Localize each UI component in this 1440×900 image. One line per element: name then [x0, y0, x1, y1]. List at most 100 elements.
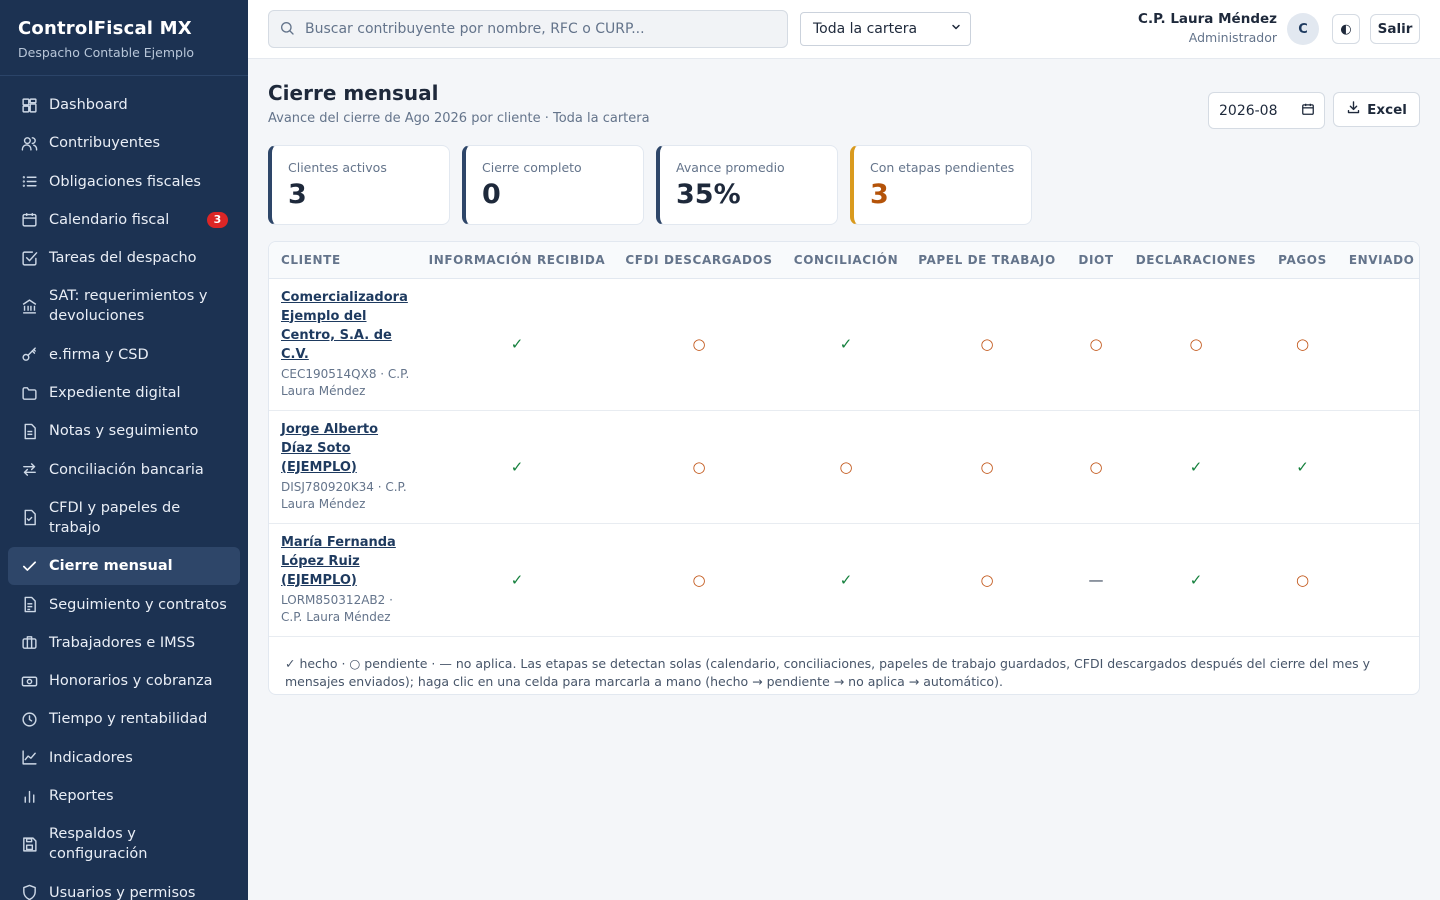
column-header-diot: DIOT	[1066, 242, 1126, 279]
sidebar-item-label: Respaldos y configuración	[49, 826, 148, 863]
sidebar-item-tiempo-y-rentabilidad[interactable]: Tiempo y rentabilidad	[8, 700, 240, 738]
stage-cell[interactable]: ✓	[784, 278, 908, 411]
sidebar-item-label: SAT: requerimientos y devoluciones	[49, 288, 208, 325]
kpi-card-cierre-completo: Cierre completo 0	[462, 145, 644, 225]
calendar-icon	[1301, 102, 1315, 120]
stage-cell[interactable]: ○	[1339, 523, 1419, 637]
sidebar-item-dashboard[interactable]: Dashboard	[8, 86, 240, 124]
client-rfc-owner: LORM850312AB2 · C.P. Laura Méndez	[281, 592, 393, 624]
stage-cell[interactable]: ○	[1339, 278, 1419, 411]
client-name-link[interactable]: Jorge Alberto Díaz Soto (EJEMPLO)	[281, 420, 412, 477]
kpi-card-con-etapas-pendientes: Con etapas pendientes 3	[850, 145, 1032, 225]
stage-cell[interactable]: ○	[614, 278, 784, 411]
line-chart-icon	[20, 749, 38, 767]
stage-cell[interactable]: ○	[1126, 278, 1266, 411]
stage-status-pend: ○	[692, 335, 706, 353]
sidebar-item-obligaciones-fiscales[interactable]: Obligaciones fiscales	[8, 163, 240, 201]
logout-button[interactable]: Salir	[1370, 14, 1420, 44]
stage-cell[interactable]: ✓	[420, 278, 614, 411]
sidebar-item-honorarios-y-cobranza[interactable]: Honorarios y cobranza	[8, 662, 240, 700]
closing-table-container[interactable]: CLIENTE INFORMACIÓN RECIBIDA CFDI DESCARGA…	[268, 241, 1420, 695]
stage-status-pend: ○	[980, 457, 994, 476]
stage-status-done: ✓	[510, 457, 524, 476]
sidebar-item-indicadores[interactable]: Indicadores	[8, 739, 240, 777]
kpi-value: 3	[870, 179, 889, 210]
stage-cell[interactable]: ✓	[1126, 410, 1266, 524]
arrows-icon	[20, 461, 38, 479]
client-name-link[interactable]: Comercializadora Ejemplo del Centro, S.A…	[281, 288, 412, 364]
stage-cell[interactable]: ○	[784, 410, 908, 524]
stage-status-done: ✓	[510, 335, 524, 353]
stage-status-pend: ○	[839, 457, 853, 476]
export-excel-button[interactable]: Excel	[1333, 92, 1420, 127]
client-name-link[interactable]: María Fernanda López Ruiz (EJEMPLO)	[281, 533, 412, 590]
chevron-down-icon	[950, 21, 962, 37]
sidebar-item-calendario-fiscal[interactable]: Calendario fiscal 3	[8, 201, 240, 239]
page-title: Cierre mensual	[268, 81, 439, 105]
stage-cell[interactable]: —	[1066, 523, 1126, 637]
stage-cell[interactable]: ✓	[420, 523, 614, 637]
sidebar-item-e-firma-y-csd[interactable]: e.firma y CSD	[8, 336, 240, 374]
stage-cell[interactable]: ○	[614, 523, 784, 637]
stage-cell[interactable]: ○	[1066, 278, 1126, 411]
stage-cell[interactable]: ✓	[784, 523, 908, 637]
stage-cell[interactable]: ○	[908, 410, 1066, 524]
sidebar-item-usuarios-y-permisos[interactable]: Usuarios y permisos	[8, 874, 240, 900]
stage-cell[interactable]: ○	[908, 278, 1066, 411]
month-picker[interactable]: 2026-08	[1208, 92, 1325, 129]
bank-icon	[20, 297, 38, 315]
stage-cell[interactable]: ○	[1339, 410, 1419, 524]
sidebar-item-cfdi-y-papeles-de-trabajo[interactable]: CFDI y papeles de trabajo	[8, 489, 240, 547]
stage-status-na: —	[1088, 570, 1104, 589]
client-rfc-owner: DISJ780920K34 · C.P. Laura Méndez	[281, 479, 407, 511]
sidebar-item-respaldos-y-configuracion[interactable]: Respaldos y configuración	[8, 815, 240, 873]
sidebar-item-label: Indicadores	[49, 749, 133, 766]
sidebar-item-conciliacion-bancaria[interactable]: Conciliación bancaria	[8, 451, 240, 489]
stage-cell[interactable]: ○	[1266, 523, 1339, 637]
stage-status-done: ✓	[1189, 457, 1203, 476]
sidebar-item-label: CFDI y papeles de trabajo	[49, 499, 181, 536]
checkbox-icon	[20, 249, 38, 267]
portfolio-select[interactable]: Toda la cartera	[800, 12, 971, 46]
column-header-conciliacion: CONCILIACIÓN	[784, 242, 908, 279]
sidebar-item-seguimiento-y-contratos[interactable]: Seguimiento y contratos	[8, 586, 240, 624]
stage-cell[interactable]: ○	[1066, 410, 1126, 524]
shield-icon	[20, 884, 38, 900]
sidebar-item-label: Cierre mensual	[49, 558, 173, 575]
stage-cell[interactable]: ○	[1266, 278, 1339, 411]
document-icon	[20, 596, 38, 614]
sidebar-item-cierre-mensual[interactable]: Cierre mensual	[8, 547, 240, 586]
stage-status-done: ✓	[510, 570, 524, 589]
sidebar-item-tareas-del-despacho[interactable]: Tareas del despacho	[8, 239, 240, 277]
table-row: Jorge Alberto Díaz Soto (EJEMPLO) DISJ780…	[269, 410, 1419, 524]
stage-cell[interactable]: ○	[614, 410, 784, 524]
sidebar-item-reportes[interactable]: Reportes	[8, 777, 240, 815]
user-info: C.P. Laura Méndez Administrador	[1138, 11, 1277, 45]
calendar-icon	[20, 211, 38, 229]
kpi-value: 3	[288, 179, 307, 210]
sidebar-item-label: Expediente digital	[49, 385, 181, 402]
sidebar-item-sat-requerimientos-y-devoluciones[interactable]: SAT: requerimientos y devoluciones	[8, 277, 240, 335]
column-header-cfdi-descargados: CFDI DESCARGADOS	[614, 242, 784, 279]
stage-status-pend: ○	[980, 335, 994, 353]
sidebar-item-contribuyentes[interactable]: Contribuyentes	[8, 124, 240, 162]
sidebar-item-label: Contribuyentes	[49, 135, 161, 152]
sidebar-item-label: Calendario fiscal	[49, 211, 170, 228]
stage-cell[interactable]: ○	[908, 523, 1066, 637]
page-subtitle: Avance del cierre de Ago 2026 por client…	[268, 111, 650, 126]
stage-cell[interactable]: ✓	[420, 410, 614, 524]
client-rfc-owner: CEC190514QX8 · C.P. Laura Méndez	[281, 366, 410, 398]
search-input[interactable]	[305, 21, 775, 37]
avatar[interactable]: C	[1287, 13, 1319, 45]
search-box[interactable]	[268, 10, 788, 48]
column-header-papel-de-trabajo: PAPEL DE TRABAJO	[908, 242, 1066, 279]
stage-cell[interactable]: ✓	[1126, 523, 1266, 637]
sidebar-item-notas-y-seguimiento[interactable]: Notas y seguimiento	[8, 412, 240, 450]
stage-cell[interactable]: ✓	[1266, 410, 1339, 524]
sidebar-item-expediente-digital[interactable]: Expediente digital	[8, 374, 240, 412]
sidebar-item-trabajadores-e-imss[interactable]: Trabajadores e IMSS	[8, 624, 240, 662]
stage-status-pend: ○	[692, 457, 706, 476]
notification-badge: 3	[207, 211, 228, 228]
theme-toggle-button[interactable]: ◐	[1332, 14, 1360, 44]
stage-status-done: ✓	[1296, 457, 1309, 476]
